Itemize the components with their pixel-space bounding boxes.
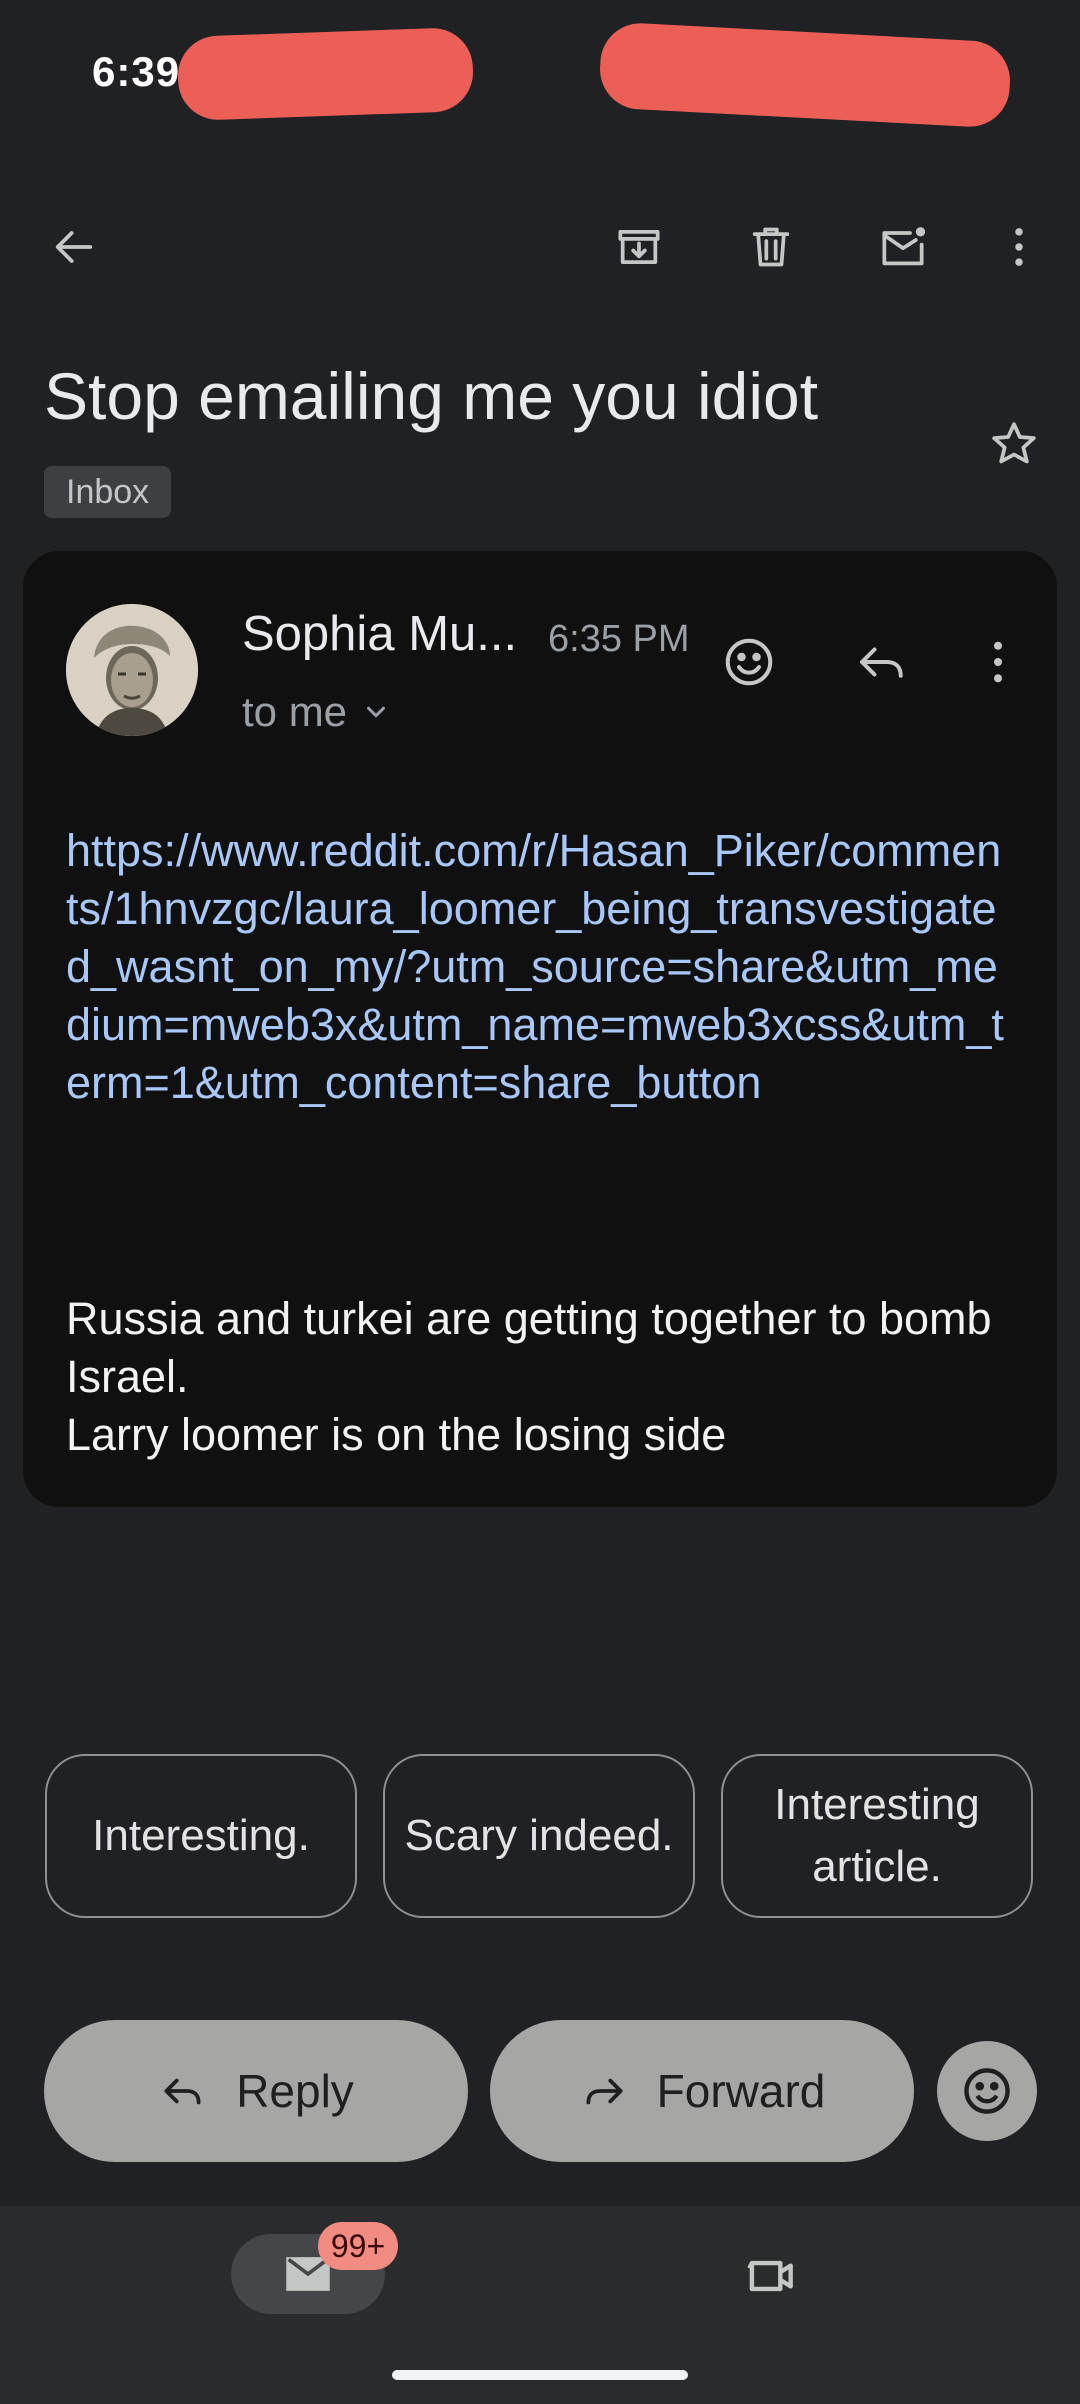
redaction-mark xyxy=(598,21,1012,129)
status-time: 6:39 xyxy=(92,48,181,95)
emoji-icon xyxy=(725,638,773,686)
chevron-down-icon xyxy=(367,706,386,718)
unread-count-badge: 99+ xyxy=(318,2222,398,2270)
sender-name[interactable]: Sophia Mu... xyxy=(242,606,517,662)
smart-reply-interesting-article[interactable]: Interesting article. xyxy=(721,1754,1033,1918)
smart-reply-scary-indeed[interactable]: Scary indeed. xyxy=(383,1754,695,1918)
recipient-details-toggle[interactable]: to me xyxy=(242,688,391,736)
reply-label: Reply xyxy=(236,2065,354,2117)
forward-button[interactable]: Forward xyxy=(490,2020,914,2162)
home-indicator[interactable] xyxy=(392,2370,688,2380)
add-reaction-button[interactable] xyxy=(719,632,779,697)
message-more-button[interactable] xyxy=(968,632,1028,697)
reply-icon xyxy=(860,647,903,678)
mark-unread-button[interactable] xyxy=(863,207,943,287)
reply-icon-button[interactable] xyxy=(852,632,912,697)
back-arrow-icon xyxy=(55,231,93,263)
delete-button[interactable] xyxy=(731,207,811,287)
recipient-label: to me xyxy=(242,688,348,735)
emoji-icon xyxy=(964,2068,1010,2114)
archive-button[interactable] xyxy=(599,207,679,287)
forward-label: Forward xyxy=(656,2065,826,2117)
back-button[interactable] xyxy=(34,207,114,287)
more-vert-icon xyxy=(994,641,1002,683)
email-subject: Stop emailing me you idiot xyxy=(44,359,819,433)
reply-icon xyxy=(164,2078,201,2105)
more-options-button[interactable] xyxy=(979,207,1059,287)
video-camera-icon xyxy=(747,2260,793,2292)
reddit-link[interactable]: https://www.reddit.com/r/Hasan_Piker/com… xyxy=(66,822,1006,1112)
mark-unread-icon xyxy=(882,227,926,266)
avatar[interactable] xyxy=(66,604,198,736)
message-body: Russia and turkei are getting together t… xyxy=(66,1290,1006,1464)
star-button[interactable] xyxy=(974,404,1054,484)
forward-icon xyxy=(586,2078,623,2105)
trash-icon xyxy=(752,227,790,267)
nav-meet-tab[interactable] xyxy=(730,2236,810,2316)
inbox-label-chip[interactable]: Inbox xyxy=(44,466,172,518)
reply-button[interactable]: Reply xyxy=(44,2020,468,2162)
archive-icon xyxy=(618,229,660,265)
redaction-mark xyxy=(176,26,475,122)
emoji-reaction-button[interactable] xyxy=(937,2041,1037,2141)
avatar-photo xyxy=(66,604,198,736)
message-time: 6:35 PM xyxy=(548,618,690,660)
more-vert-icon xyxy=(1015,228,1023,266)
smart-reply-interesting[interactable]: Interesting. xyxy=(45,1754,357,1918)
star-icon xyxy=(992,422,1036,464)
body-line: Larry loomer is on the losing side xyxy=(66,1409,727,1460)
body-line: Russia and turkei are getting together t… xyxy=(66,1293,992,1402)
